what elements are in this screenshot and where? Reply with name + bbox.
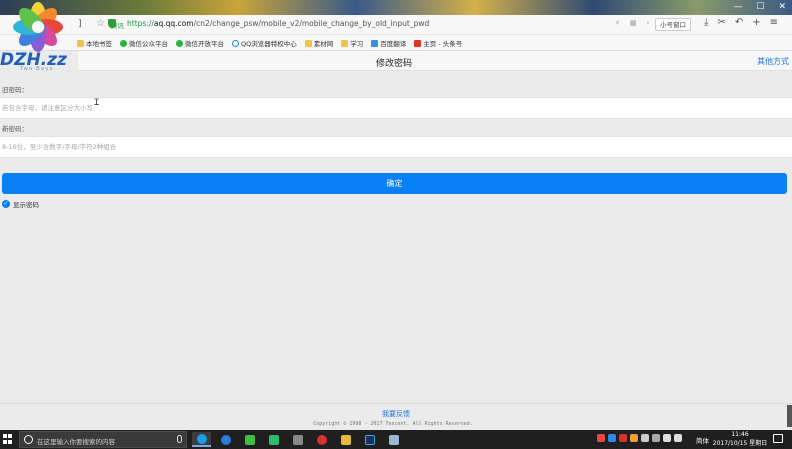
tray-chevron-icon[interactable] (652, 434, 660, 442)
old-password-field (0, 97, 792, 119)
mini-window-button[interactable]: 小号窗口 (655, 18, 691, 31)
toutiao-icon (414, 39, 422, 47)
qq-browser-app-icon[interactable] (192, 432, 211, 447)
grid-icon[interactable]: ▦ (630, 19, 637, 27)
show-password-toggle[interactable]: ✓ 显示密码 (2, 199, 39, 209)
url-path: /cn2/change_psw/mobile_v2/mobile_change_… (193, 19, 430, 28)
bookmark-star-icon[interactable]: ☆ (96, 18, 105, 29)
confirm-button[interactable]: 确定 (2, 173, 787, 194)
action-center-icon[interactable] (773, 434, 783, 443)
taskbar-search-box[interactable]: 在这里输入你要搜索的内容 (19, 431, 187, 448)
tray-network-icon[interactable] (663, 434, 671, 442)
folder-icon (304, 39, 312, 47)
new-password-input[interactable] (0, 137, 792, 157)
flower-logo-icon (13, 2, 63, 52)
wechat-icon (120, 39, 127, 47)
old-password-input[interactable] (0, 98, 792, 118)
microphone-icon[interactable] (177, 435, 182, 443)
notepad-app-icon[interactable] (384, 432, 403, 447)
translate-icon (371, 39, 379, 47)
taskbar-apps (192, 432, 403, 447)
page-header: 修改密码 其他方式 (78, 51, 792, 71)
new-password-label: 新密码： (2, 125, 28, 133)
bookmark-item[interactable]: 本地书签 (77, 38, 112, 48)
taskbar-clock[interactable]: 11:46 2017/10/15 星期日 (712, 431, 768, 448)
tray-headphones-icon[interactable] (641, 434, 649, 442)
browser-tab-strip: — ☐ ✕ (0, 0, 792, 15)
bookmark-item[interactable]: 主页 - 头条号 (414, 38, 462, 48)
wechat-icon (176, 39, 183, 47)
page-footer: 我要反馈 Copyright © 1998 - 2017 Tencent. Al… (0, 403, 792, 430)
clock-time: 11:46 (731, 431, 749, 438)
system-tray (597, 434, 682, 442)
bookmarks-bar: 本地书签 微信公众平台 微信开放平台 QQ浏览器特权中心 素材网 学习 百度翻译… (0, 35, 792, 51)
address-bar: ] ☆ 腾讯 https://aq.qq.com/cn2/change_psw/… (0, 15, 792, 35)
video-app-icon[interactable] (264, 432, 283, 447)
copyright-text: Copyright © 1998 - 2017 Tencent. All Rig… (313, 421, 473, 427)
chat-app-icon[interactable] (288, 432, 307, 447)
netease-music-app-icon[interactable] (312, 432, 331, 447)
show-password-label: 显示密码 (13, 201, 39, 209)
minimize-icon[interactable]: — (733, 2, 742, 12)
tray-app-icon[interactable] (597, 434, 605, 442)
scrollbar-thumb[interactable] (787, 405, 792, 427)
download-icon[interactable]: ⤓ (704, 17, 708, 28)
input-method-indicator[interactable]: 简体 (696, 435, 709, 445)
bookmark-item[interactable]: 微信开放平台 (176, 38, 224, 48)
folder-icon (341, 39, 349, 47)
bookmark-item[interactable]: 百度翻译 (371, 38, 406, 48)
new-tab-icon[interactable]: + (752, 17, 760, 28)
bookmark-item[interactable]: 学习 (341, 38, 363, 48)
maximize-icon[interactable]: ☐ (756, 2, 764, 12)
close-icon[interactable]: ✕ (778, 2, 786, 12)
qq-browser-icon (232, 39, 239, 47)
tray-shield-icon[interactable] (608, 434, 616, 442)
browser-toolbar: ⤓ ✂ ↶ + ≡ (704, 17, 778, 28)
bookmark-item[interactable]: QQ浏览器特权中心 (232, 38, 297, 48)
feedback-link[interactable]: 我要反馈 (0, 409, 792, 419)
address-bar-icons: ⚡ ▦ › (615, 19, 649, 27)
folder-icon (77, 39, 84, 47)
taskbar-search-placeholder: 在这里输入你要搜索的内容 (37, 438, 115, 446)
logo-subtext: Two Boys (20, 66, 54, 72)
watermark-logo: DZH.zz Two Boys (0, 0, 78, 72)
other-methods-link[interactable]: 其他方式 (757, 56, 789, 67)
photoshop-app-icon[interactable] (360, 432, 379, 447)
bookmark-item[interactable]: 素材网 (304, 38, 333, 48)
window-controls: — ☐ ✕ (733, 2, 786, 12)
url-field[interactable]: https://aq.qq.com/cn2/change_psw/mobile_… (127, 19, 429, 28)
tray-security-icon[interactable] (630, 434, 638, 442)
old-password-label: 旧密码： (2, 86, 28, 94)
cortana-icon (24, 435, 33, 444)
edge-app-icon[interactable] (216, 432, 235, 447)
change-password-form: 旧密码： 新密码： (0, 80, 792, 158)
lightning-icon[interactable]: ⚡ (615, 19, 620, 27)
check-icon: ✓ (2, 200, 10, 208)
clock-date: 2017/10/15 星期日 (712, 439, 768, 447)
new-password-field (0, 136, 792, 158)
page-title: 修改密码 (375, 59, 412, 69)
site-verified-label: 腾讯 (111, 22, 124, 30)
text-cursor-icon: Ɪ (94, 98, 100, 108)
file-explorer-app-icon[interactable] (336, 432, 355, 447)
scissors-icon[interactable]: ✂ (717, 17, 725, 28)
chevron-right-icon[interactable]: › (647, 19, 650, 27)
undo-icon[interactable]: ↶ (735, 17, 743, 28)
wechat-app-icon[interactable] (240, 432, 259, 447)
sidebar-toggle-icon[interactable]: ] (78, 19, 82, 29)
tray-volume-icon[interactable] (674, 434, 682, 442)
bookmark-item[interactable]: 微信公众平台 (120, 38, 168, 48)
menu-icon[interactable]: ≡ (770, 17, 778, 28)
tray-music-icon[interactable] (619, 434, 627, 442)
url-scheme: https:// (127, 19, 154, 28)
windows-start-icon[interactable] (3, 434, 13, 444)
url-host: aq.qq.com (153, 19, 194, 28)
windows-taskbar: 在这里输入你要搜索的内容 简体 11:46 2017/10/15 星期日 (0, 430, 792, 449)
